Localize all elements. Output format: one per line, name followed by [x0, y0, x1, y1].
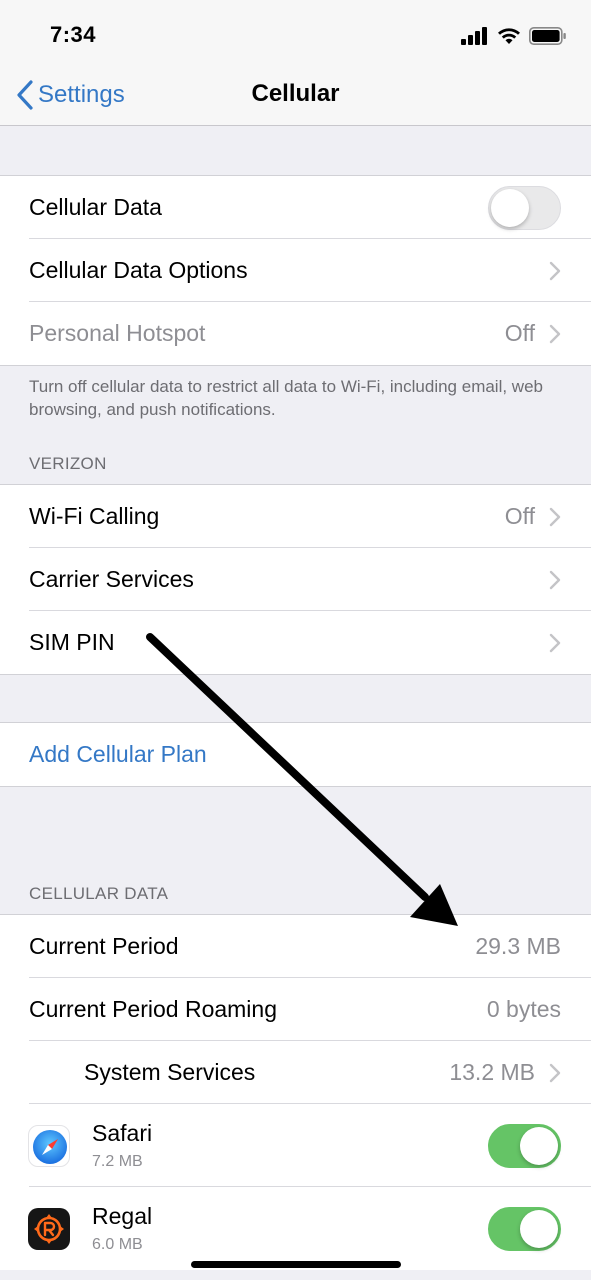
chevron-right-icon: [549, 507, 561, 526]
cellular-data-toggle[interactable]: [488, 185, 561, 230]
carrier-section-header: VERIZON: [29, 454, 107, 473]
sim-pin-row[interactable]: SIM PIN: [0, 610, 591, 674]
regal-app-icon: [28, 1207, 70, 1250]
personal-hotspot-value: Off: [504, 320, 535, 346]
toggle-knob: [520, 1209, 558, 1248]
chevron-right-icon: [549, 1063, 561, 1082]
sim-pin-label: SIM PIN: [29, 629, 115, 655]
toggle-knob: [491, 188, 529, 227]
safari-icon: [28, 1124, 70, 1167]
app-usage: 7.2 MB: [92, 1153, 143, 1170]
current-period-roaming-label: Current Period Roaming: [29, 996, 278, 1022]
app-usage: 6.0 MB: [92, 1236, 143, 1253]
current-period-row: Current Period 29.3 MB: [0, 915, 591, 978]
navigation-bar: Settings Cellular: [0, 66, 591, 126]
chevron-right-icon: [549, 324, 561, 343]
cellular-data-usage-header: CELLULAR DATA: [29, 884, 169, 903]
wifi-icon: [498, 28, 520, 44]
carrier-services-row[interactable]: Carrier Services: [0, 547, 591, 611]
current-period-value: 29.3 MB: [475, 933, 561, 959]
page-title: Cellular: [251, 80, 340, 107]
app-row-regal: Regal 6.0 MB: [0, 1186, 591, 1270]
cellular-data-options-label: Cellular Data Options: [29, 257, 248, 283]
app-name: Safari: [92, 1120, 153, 1146]
current-period-roaming-value: 0 bytes: [486, 996, 561, 1022]
status-icons: [461, 25, 567, 47]
cellular-data-label: Cellular Data: [29, 194, 162, 220]
app-row-safari: Safari 7.2 MB: [0, 1103, 591, 1187]
wifi-calling-row[interactable]: Wi-Fi Calling Off: [0, 485, 591, 548]
carrier-services-label: Carrier Services: [29, 566, 194, 592]
toggle-knob: [520, 1126, 558, 1165]
personal-hotspot-row[interactable]: Personal Hotspot Off: [0, 301, 591, 365]
status-bar: 7:34: [0, 0, 591, 66]
system-services-label: System Services: [84, 1059, 256, 1085]
usage-group: Current Period 29.3 MB Current Period Ro…: [0, 914, 591, 1270]
chevron-right-icon: [549, 633, 561, 652]
system-services-row[interactable]: System Services 13.2 MB: [0, 1040, 591, 1104]
cellular-data-row: Cellular Data: [0, 176, 591, 239]
regal-cellular-toggle[interactable]: [488, 1206, 561, 1251]
add-plan-group: Add Cellular Plan: [0, 722, 591, 787]
chevron-right-icon: [549, 261, 561, 280]
cellular-data-options-row[interactable]: Cellular Data Options: [0, 238, 591, 302]
cellular-data-footer: Turn off cellular data to restrict all d…: [29, 377, 543, 419]
battery-icon: [529, 27, 566, 45]
current-period-label: Current Period: [29, 933, 179, 959]
app-name: Regal: [92, 1203, 153, 1229]
personal-hotspot-label: Personal Hotspot: [29, 320, 206, 346]
cellular-signal-icon: [461, 27, 487, 45]
add-cellular-plan-label: Add Cellular Plan: [29, 741, 207, 767]
carrier-group: Wi-Fi Calling Off Carrier Services SIM P…: [0, 484, 591, 675]
add-cellular-plan-button[interactable]: Add Cellular Plan: [0, 723, 591, 786]
chevron-right-icon: [549, 570, 561, 589]
wifi-calling-label: Wi-Fi Calling: [29, 503, 160, 529]
system-services-value: 13.2 MB: [449, 1059, 535, 1085]
current-period-roaming-row: Current Period Roaming 0 bytes: [0, 977, 591, 1041]
status-time: 7:34: [50, 22, 97, 47]
safari-cellular-toggle[interactable]: [488, 1123, 561, 1168]
cellular-data-group: Cellular Data Cellular Data Options Pers…: [0, 175, 591, 366]
wifi-calling-value: Off: [504, 503, 535, 529]
home-indicator: [191, 1261, 401, 1268]
